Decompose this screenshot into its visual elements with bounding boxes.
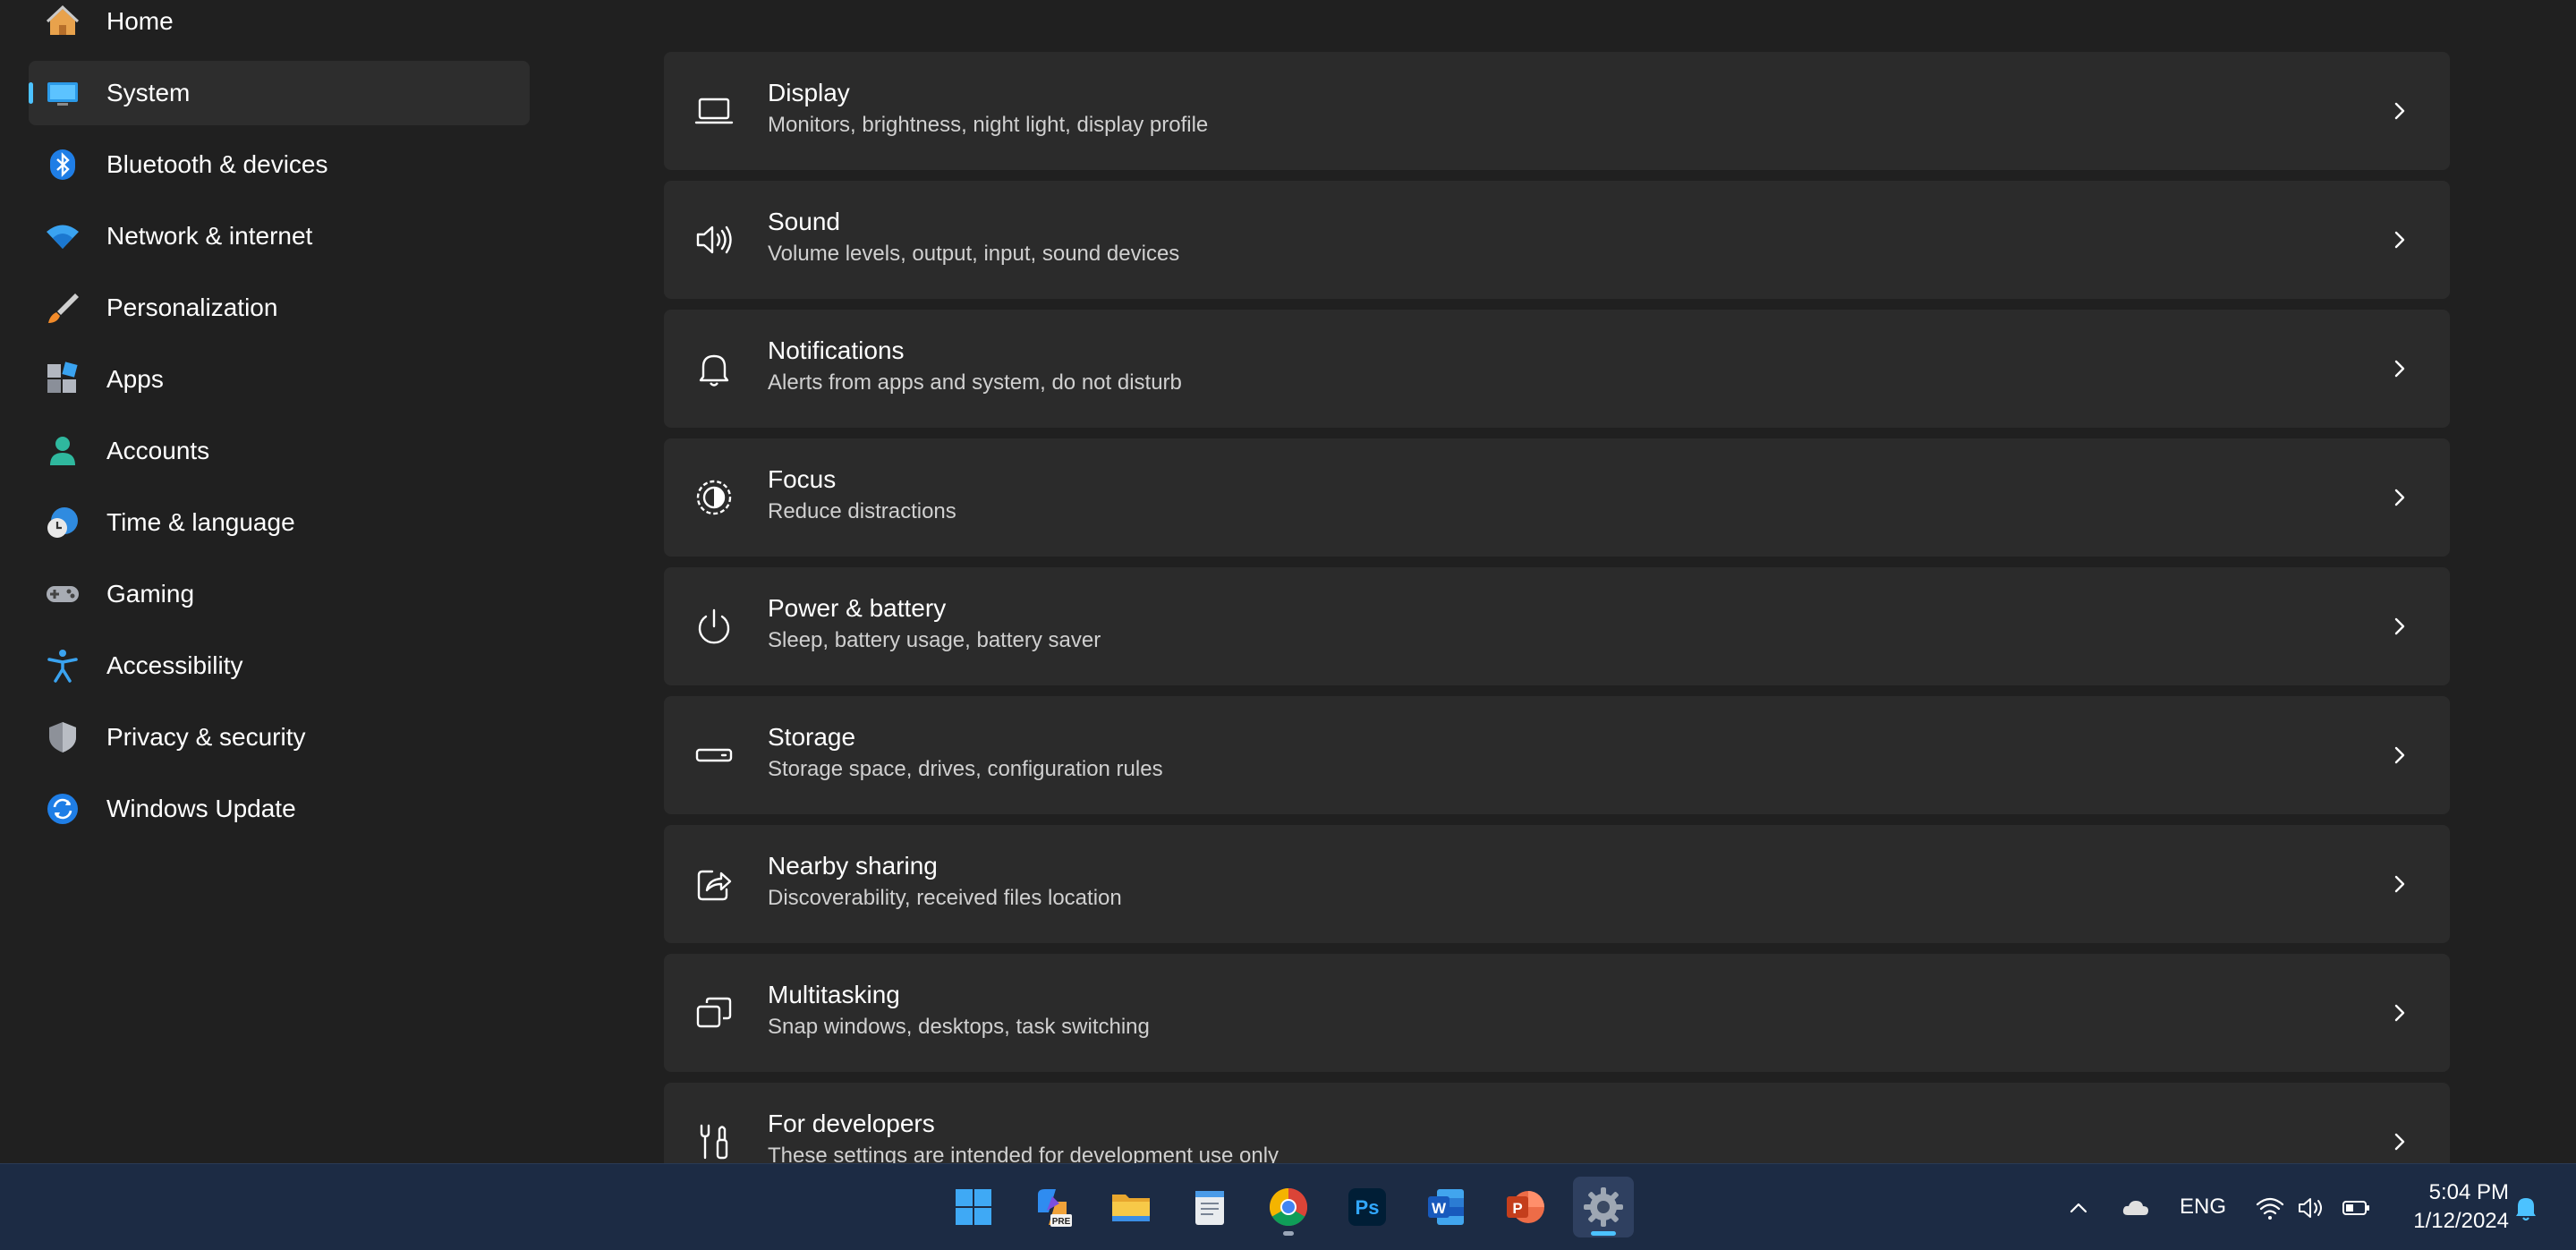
taskbar-notepad-button[interactable]	[1179, 1177, 1240, 1237]
powerpoint-label: P	[1512, 1200, 1522, 1217]
photoshop-icon: Ps	[1348, 1188, 1386, 1226]
powerpoint-icon: P	[1507, 1191, 1544, 1223]
chevron-right-icon	[2385, 354, 2414, 383]
card-subtitle: These settings are intended for developm…	[768, 1144, 1279, 1163]
card-title: Sound	[768, 208, 840, 235]
chevron-right-icon	[2385, 483, 2414, 512]
chrome-icon	[1269, 1188, 1308, 1227]
developer-tools-icon	[693, 1120, 735, 1163]
copilot-pre-badge: PRE	[1052, 1217, 1071, 1227]
content-viewport: Display Monitors, brightness, night ligh…	[0, 0, 2576, 1163]
card-title: Nearby sharing	[768, 852, 938, 880]
taskbar: PRE Ps W P ENG 5:04 PM 1/12/2024	[0, 1163, 2576, 1250]
running-indicator	[1283, 1231, 1294, 1236]
chevron-right-icon	[2385, 97, 2414, 125]
multitask-icon	[693, 991, 735, 1034]
card-subtitle: Sleep, battery usage, battery saver	[768, 628, 1101, 652]
card-subtitle: Alerts from apps and system, do not dist…	[768, 370, 1182, 395]
taskbar-powerpoint-button[interactable]: P	[1494, 1177, 1555, 1237]
card-notifications[interactable]: Notifications Alerts from apps and syste…	[664, 310, 2450, 428]
card-title: Notifications	[768, 336, 905, 364]
chevron-up-icon[interactable]	[2063, 1193, 2094, 1223]
taskbar-copilot-button[interactable]: PRE	[1022, 1177, 1083, 1237]
card-display[interactable]: Display Monitors, brightness, night ligh…	[664, 52, 2450, 170]
card-multitasking[interactable]: Multitasking Snap windows, desktops, tas…	[664, 954, 2450, 1072]
volume-icon[interactable]	[2296, 1193, 2326, 1223]
card-subtitle: Storage space, drives, configuration rul…	[768, 757, 1163, 781]
card-title: Display	[768, 79, 850, 106]
gear-icon	[1584, 1187, 1623, 1227]
speaker-icon	[693, 218, 735, 261]
card-title: Storage	[768, 723, 856, 751]
copilot-icon: PRE	[1038, 1189, 1072, 1227]
clock-time[interactable]: 5:04 PM	[2416, 1180, 2509, 1205]
taskbar-settings-button[interactable]	[1573, 1177, 1634, 1237]
taskbar-file-explorer-button[interactable]	[1101, 1177, 1161, 1237]
active-indicator	[1591, 1231, 1616, 1236]
card-nearby-sharing[interactable]: Nearby sharing Discoverability, received…	[664, 825, 2450, 943]
chevron-right-icon	[2385, 1127, 2414, 1156]
card-for-developers[interactable]: For developers These settings are intend…	[664, 1083, 2450, 1163]
chevron-right-icon	[2385, 999, 2414, 1027]
word-label: W	[1432, 1200, 1447, 1217]
taskbar-word-button[interactable]: W	[1416, 1177, 1476, 1237]
card-power-battery[interactable]: Power & battery Sleep, battery usage, ba…	[664, 567, 2450, 685]
taskbar-start-button[interactable]	[943, 1177, 1004, 1237]
power-icon	[693, 605, 735, 648]
chevron-right-icon	[2385, 225, 2414, 254]
battery-icon[interactable]	[2341, 1193, 2371, 1223]
chevron-right-icon	[2385, 612, 2414, 641]
taskbar-chrome-button[interactable]	[1258, 1177, 1319, 1237]
language-indicator[interactable]: ENG	[2180, 1195, 2226, 1220]
word-icon: W	[1428, 1189, 1464, 1225]
card-subtitle: Discoverability, received files location	[768, 886, 1122, 910]
card-subtitle: Monitors, brightness, night light, displ…	[768, 113, 1209, 137]
card-title: Power & battery	[768, 594, 947, 622]
focus-icon	[693, 476, 735, 519]
storage-icon	[693, 734, 735, 777]
notepad-icon	[1195, 1191, 1224, 1225]
card-sound[interactable]: Sound Volume levels, output, input, soun…	[664, 181, 2450, 299]
card-title: Multitasking	[768, 981, 900, 1008]
card-title: For developers	[768, 1110, 935, 1137]
clock-date[interactable]: 1/12/2024	[2398, 1209, 2509, 1234]
card-focus[interactable]: Focus Reduce distractions	[664, 438, 2450, 557]
wifi-icon[interactable]	[2255, 1193, 2285, 1223]
card-title: Focus	[768, 465, 837, 493]
chevron-right-icon	[2385, 741, 2414, 770]
windows-logo-icon	[956, 1189, 991, 1225]
card-subtitle: Volume levels, output, input, sound devi…	[768, 242, 1180, 266]
display-icon	[693, 89, 735, 132]
photoshop-label: Ps	[1356, 1196, 1380, 1219]
taskbar-photoshop-button[interactable]: Ps	[1337, 1177, 1398, 1237]
share-icon	[693, 863, 735, 906]
bell-icon	[693, 347, 735, 390]
onedrive-cloud-icon[interactable]	[2121, 1193, 2151, 1223]
notification-bell-icon[interactable]	[2511, 1193, 2541, 1223]
card-subtitle: Reduce distractions	[768, 499, 956, 523]
folder-icon	[1112, 1195, 1150, 1221]
card-subtitle: Snap windows, desktops, task switching	[768, 1015, 1150, 1039]
card-storage[interactable]: Storage Storage space, drives, configura…	[664, 696, 2450, 814]
chevron-right-icon	[2385, 870, 2414, 898]
